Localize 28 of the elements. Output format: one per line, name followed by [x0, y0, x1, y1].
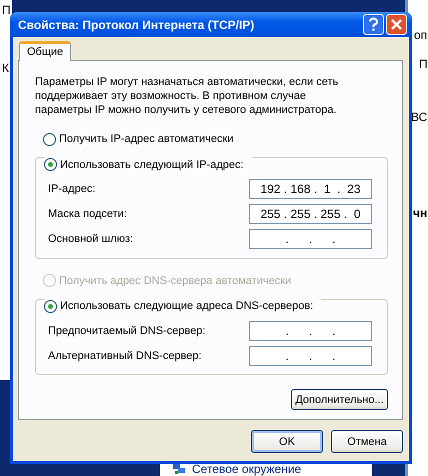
window-title: Свойства: Протокол Интернета (TCP/IP) — [18, 18, 254, 32]
network-icon — [172, 463, 186, 475]
ip-address-field[interactable]: . . . — [249, 320, 372, 340]
description-text: Параметры IP могут назначаться автоматически, если сеть поддерживает эту возможность. В противном случае параметры IP можно получить у сетевого администратора. — [35, 75, 340, 117]
radio-option[interactable]: Получить IP-адрес автоматически — [43, 131, 388, 147]
dialog-button[interactable]: OK — [251, 430, 323, 453]
background-text: чн — [413, 206, 428, 220]
close-icon[interactable] — [386, 14, 407, 35]
background-text: оп — [414, 28, 428, 42]
background-text: П — [2, 3, 11, 17]
ip-address-field[interactable]: 255 . 255 . 255 . 0 — [249, 204, 372, 224]
tab[interactable]: Общие — [19, 41, 72, 61]
field-label: IP-адрес: — [48, 183, 96, 195]
ip-address-field[interactable]: . . . — [249, 229, 372, 249]
background-text: П — [419, 57, 428, 71]
ip-address-field[interactable]: 192 . 168 . 1 . 23 — [249, 179, 372, 199]
background-text: ВС — [411, 110, 428, 124]
field-label: Маска подсети: — [48, 208, 127, 220]
field-label: Альтернативный DNS-сервер: — [48, 350, 202, 362]
dialog-button[interactable]: Отмена — [331, 430, 403, 453]
advanced-button[interactable]: Дополнительно... — [291, 389, 388, 410]
ip-address-field[interactable]: . . . — [249, 346, 372, 366]
radio-option[interactable]: Использовать следующие адреса DNS-серверов: — [44, 298, 322, 314]
field-label: Основной шлюз: — [48, 233, 134, 245]
field-label: Предпочитаемый DNS-сервер: — [48, 324, 206, 336]
background-text: К — [2, 61, 9, 75]
help-icon[interactable] — [363, 14, 384, 35]
radio-option[interactable]: Использовать следующий IP-адрес: — [44, 156, 252, 172]
